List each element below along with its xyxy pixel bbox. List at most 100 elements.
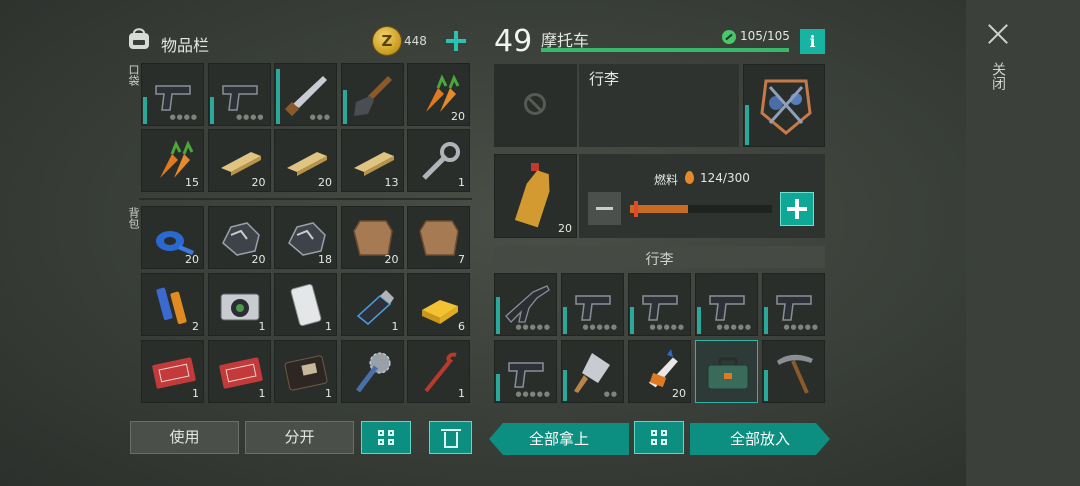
- coupon-icon: [152, 357, 196, 389]
- batteries-icon: [156, 287, 187, 325]
- quality-dots: ●●●●●: [716, 323, 752, 331]
- item-count: 20: [451, 110, 465, 123]
- backpack-slot[interactable]: 1: [141, 340, 204, 403]
- backpack-slot[interactable]: 1: [207, 340, 271, 403]
- backpack-slot[interactable]: 7: [407, 206, 470, 269]
- durability-bar: [563, 307, 567, 334]
- use-button[interactable]: 使用: [130, 421, 239, 454]
- pocket-slot[interactable]: ●●●: [274, 63, 337, 126]
- pocket-slot[interactable]: 1: [407, 129, 470, 192]
- item-count: 1: [325, 387, 332, 400]
- take-all-button[interactable]: 全部拿上: [489, 423, 629, 455]
- info-button[interactable]: i: [800, 29, 825, 54]
- fuel-slider-thumb[interactable]: [634, 201, 638, 217]
- backpack-slot[interactable]: 1: [340, 273, 404, 336]
- backpack-frame-icon: [760, 79, 812, 135]
- item-count: 1: [458, 176, 465, 189]
- pocket-slot[interactable]: ●●●●: [207, 63, 271, 126]
- durability-bar: [209, 97, 214, 124]
- sort-trunk-button[interactable]: [634, 421, 684, 454]
- backpack-slot[interactable]: 1: [274, 340, 337, 403]
- close-icon[interactable]: [986, 22, 1010, 46]
- backpack-slot[interactable]: 1: [274, 273, 337, 336]
- item-count: 20: [185, 253, 199, 266]
- machete-icon: [284, 76, 327, 117]
- item-count: 20: [672, 387, 686, 400]
- fuel-bottle-icon: [515, 163, 550, 228]
- fuel-value: 124/300: [700, 171, 750, 185]
- trunk-slot[interactable]: [762, 340, 825, 403]
- trunk-slot[interactable]: ●●: [561, 340, 624, 403]
- item-count: 2: [192, 320, 199, 333]
- trunk-slot[interactable]: ●●●●●: [762, 273, 825, 336]
- shovel-icon: [353, 76, 392, 116]
- item-count: 7: [458, 253, 465, 266]
- equipment-slot[interactable]: [743, 64, 825, 147]
- vehicle-hp: 105/105: [740, 29, 790, 43]
- coin-icon: Z: [373, 27, 401, 55]
- quality-dots: ●●●●●: [515, 390, 551, 398]
- backpack-slot[interactable]: 20: [207, 206, 271, 269]
- pocket-slot[interactable]: 20: [407, 63, 470, 126]
- item-count: 1: [391, 320, 399, 333]
- quality-dots: ●●●●●: [649, 323, 685, 331]
- buy-coins-button[interactable]: [444, 29, 468, 53]
- quality-dots: ●●: [603, 390, 618, 398]
- pocket-slot[interactable]: 20: [207, 129, 271, 192]
- trunk-slot[interactable]: 20: [628, 340, 691, 403]
- durability-bar: [745, 105, 749, 145]
- pocket-slot[interactable]: [340, 63, 404, 126]
- smartphone-icon: [290, 283, 322, 327]
- wrench-badge-icon: [722, 30, 736, 44]
- fuel-slot[interactable]: 20: [494, 154, 577, 238]
- close-label: 关闭: [990, 62, 1006, 90]
- pocket-slot[interactable]: 20: [274, 129, 337, 192]
- item-count: 20: [318, 176, 332, 189]
- usb-drive-icon: [356, 290, 394, 325]
- backpack-slot[interactable]: 1: [207, 273, 271, 336]
- inventory-title: 物品栏: [161, 36, 210, 55]
- pocket-slot[interactable]: 13: [340, 129, 404, 192]
- pocket-label: 口袋: [127, 64, 140, 86]
- item-count: 20: [251, 176, 266, 189]
- backpack-slot[interactable]: 6: [407, 273, 470, 336]
- backpack-slot[interactable]: [340, 340, 404, 403]
- fuel-increase-button[interactable]: [780, 192, 814, 226]
- saw-mace-icon: [355, 352, 390, 393]
- durability-bar: [143, 97, 147, 124]
- durability-bar: [697, 307, 701, 334]
- trunk-slot[interactable]: ●●●●●: [561, 273, 624, 336]
- put-all-button[interactable]: 全部放入: [690, 423, 830, 455]
- wallet-icon: [284, 355, 328, 391]
- pistol-icon: [155, 85, 191, 111]
- trunk-slot[interactable]: ●●●●●: [494, 273, 557, 336]
- pistol-icon: [221, 85, 258, 111]
- fuel-decrease-button[interactable]: [588, 192, 621, 225]
- item-count: 1: [325, 320, 332, 333]
- split-button[interactable]: 分开: [245, 421, 354, 454]
- pocket-slot[interactable]: ●●●●: [141, 63, 204, 126]
- quality-dots: ●●●: [309, 113, 331, 121]
- trunk-slot[interactable]: ●●●●●: [494, 340, 557, 403]
- item-count: 15: [185, 176, 199, 189]
- backpack-slot[interactable]: 20: [340, 206, 404, 269]
- crowbar-icon: [424, 352, 457, 393]
- trunk-slot[interactable]: ●●●●●: [695, 273, 758, 336]
- item-count: 20: [384, 253, 399, 266]
- trunk-slot[interactable]: [695, 340, 758, 403]
- backpack-slot[interactable]: 2: [141, 273, 204, 336]
- item-count: 1: [258, 320, 266, 333]
- pocket-slot[interactable]: 15: [141, 129, 204, 192]
- divider: [139, 198, 472, 200]
- backpack-icon: [129, 28, 149, 49]
- backpack-slot[interactable]: 1: [407, 340, 470, 403]
- backpack-slot[interactable]: 18: [274, 206, 337, 269]
- discard-button[interactable]: [429, 421, 472, 454]
- durability-bar: [496, 374, 500, 401]
- cleaver-icon: [574, 353, 610, 393]
- trunk-slot[interactable]: ●●●●●: [628, 273, 691, 336]
- camera-icon: [220, 293, 259, 321]
- sort-inventory-button[interactable]: [361, 421, 411, 454]
- backpack-slot[interactable]: 20: [141, 206, 204, 269]
- pistol-icon: [776, 295, 812, 321]
